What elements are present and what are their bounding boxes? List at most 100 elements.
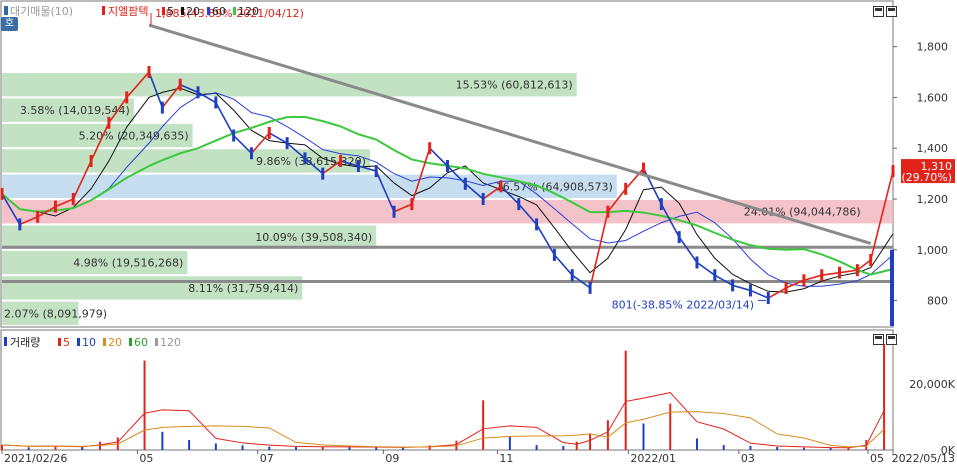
volume-bar-20	[508, 436, 511, 450]
date-tick-label-8: 2022/05/13	[892, 452, 955, 465]
candle-30	[535, 218, 539, 231]
candle-32	[570, 269, 574, 282]
volume-bar-28	[669, 403, 672, 450]
volume-legend-ma-20: 20	[108, 336, 122, 349]
candle-26	[463, 177, 467, 190]
supply-zone-label-7: 4.98% (19,516,268)	[73, 257, 183, 270]
volume-bar-30	[722, 445, 725, 450]
price-tick-label-4: 1,600	[917, 91, 949, 104]
volume-bar-17	[428, 445, 431, 450]
candle-18	[321, 167, 325, 180]
candle-49	[869, 253, 873, 266]
candle-40	[713, 269, 717, 282]
price-tick-label-3: 1,400	[917, 142, 949, 155]
volume-bar-25	[606, 420, 609, 450]
volume-bar-29	[695, 438, 698, 450]
legend-stock-name: 지엘팜텍	[108, 5, 148, 18]
legend-ma-5: 5	[167, 5, 174, 18]
side-toggle-button[interactable]: 호	[1, 17, 18, 31]
legend-ma-marker-3	[233, 7, 236, 15]
candle-15	[267, 126, 271, 139]
supply-zone-label-0: 15.53% (60,812,613)	[456, 79, 573, 92]
volume-bar-27	[642, 423, 645, 450]
high-annotation: 1,885(43.89% 2021/04/12)	[155, 7, 304, 20]
candle-42	[748, 284, 752, 297]
candle-21	[374, 165, 378, 178]
price-tick-label-0: 800	[927, 295, 948, 308]
candle-0	[0, 187, 4, 200]
candle-31	[552, 248, 556, 261]
candle-46	[820, 269, 824, 282]
candle-1	[18, 218, 22, 231]
legend-tab-marker	[4, 6, 8, 15]
volume-legend-ma-marker-0	[58, 338, 61, 346]
volume-bar-12	[295, 447, 298, 450]
date-tick-label-3: 09	[385, 452, 399, 465]
supply-zone-label-9: 2.07% (8,091,979)	[4, 307, 107, 320]
supply-zone-label-8: 8.11% (31,759,414)	[188, 282, 298, 295]
candle-12	[214, 96, 218, 109]
price-tick-label-5: 1,800	[917, 41, 949, 54]
volume-bar-31	[749, 446, 752, 450]
candle-14	[249, 147, 253, 160]
candle-6	[107, 116, 111, 129]
volume-legend-ma-marker-2	[103, 338, 106, 346]
volume-bar-37	[883, 344, 886, 450]
volume-legend-ma-10: 10	[82, 336, 96, 349]
candle-41	[731, 279, 735, 292]
volume-bar-10	[241, 445, 244, 450]
candle-13	[232, 129, 236, 142]
legend-ma-60: 60	[212, 5, 226, 18]
candle-45	[802, 274, 806, 287]
volume-bar-3	[81, 447, 84, 450]
candle-47	[838, 266, 842, 279]
volume-bar-16	[401, 447, 404, 450]
chart-window: 15.53% (60,812,613) 3.58% (14,019,544) 5.2…	[0, 0, 957, 465]
legend-name-marker	[102, 6, 105, 15]
candle-48	[855, 264, 859, 277]
candle-50	[891, 165, 895, 178]
volume-bar-19	[482, 400, 485, 450]
legend-ma-marker-2	[207, 7, 210, 15]
volume-bar-7	[161, 431, 164, 450]
candle-25	[446, 160, 449, 172]
candle-3	[53, 200, 57, 213]
stock-chart[interactable]: 15.53% (60,812,613)3.58% (14,019,544)5.2…	[0, 0, 957, 465]
date-tick-label-2: 07	[260, 452, 274, 465]
date-tick-label-6: 03	[741, 452, 755, 465]
legend-supply-tab: 대기매물(10)	[10, 5, 73, 18]
candle-9	[160, 101, 164, 114]
legend-ma-120: 120	[238, 5, 259, 18]
volume-legend-ma-60: 60	[134, 336, 148, 349]
maximize-button[interactable]	[886, 6, 897, 17]
candle-35	[624, 182, 628, 195]
volume-legend-ma-marker-3	[129, 338, 132, 346]
candle-5	[89, 154, 93, 167]
candle-43	[766, 292, 770, 305]
candle-4	[71, 193, 75, 206]
supply-zone-label-6: 10.09% (39,508,340)	[255, 231, 372, 244]
price-tick-label-1: 1,000	[917, 244, 949, 257]
supply-zone-label-4: 16.57% (64,908,573)	[496, 180, 613, 193]
candle-27	[481, 193, 485, 206]
candle-8	[147, 66, 151, 79]
date-tick-label-5: 2022/01	[630, 452, 676, 465]
price-tick-label-2: 1,200	[917, 193, 949, 206]
volume-bar-22	[562, 446, 565, 450]
volume-bar-21	[535, 445, 538, 450]
volume-legend-ma-marker-4	[155, 338, 158, 346]
candle-2	[36, 210, 40, 223]
candle-23	[410, 198, 414, 211]
volume-legend-name: 거래량	[10, 336, 40, 349]
volume-bar-11	[268, 446, 271, 450]
candle-29	[517, 198, 521, 211]
candle-20	[356, 160, 360, 172]
candle-19	[339, 154, 343, 167]
supply-zone-label-2: 5.20% (20,349,635)	[79, 130, 189, 143]
volume-maximize-button[interactable]	[886, 334, 897, 345]
candle-10	[178, 78, 182, 91]
candle-7	[125, 91, 129, 104]
volume-minimize-button[interactable]	[873, 334, 884, 345]
minimize-button[interactable]	[873, 6, 884, 17]
candle-34	[606, 205, 610, 218]
